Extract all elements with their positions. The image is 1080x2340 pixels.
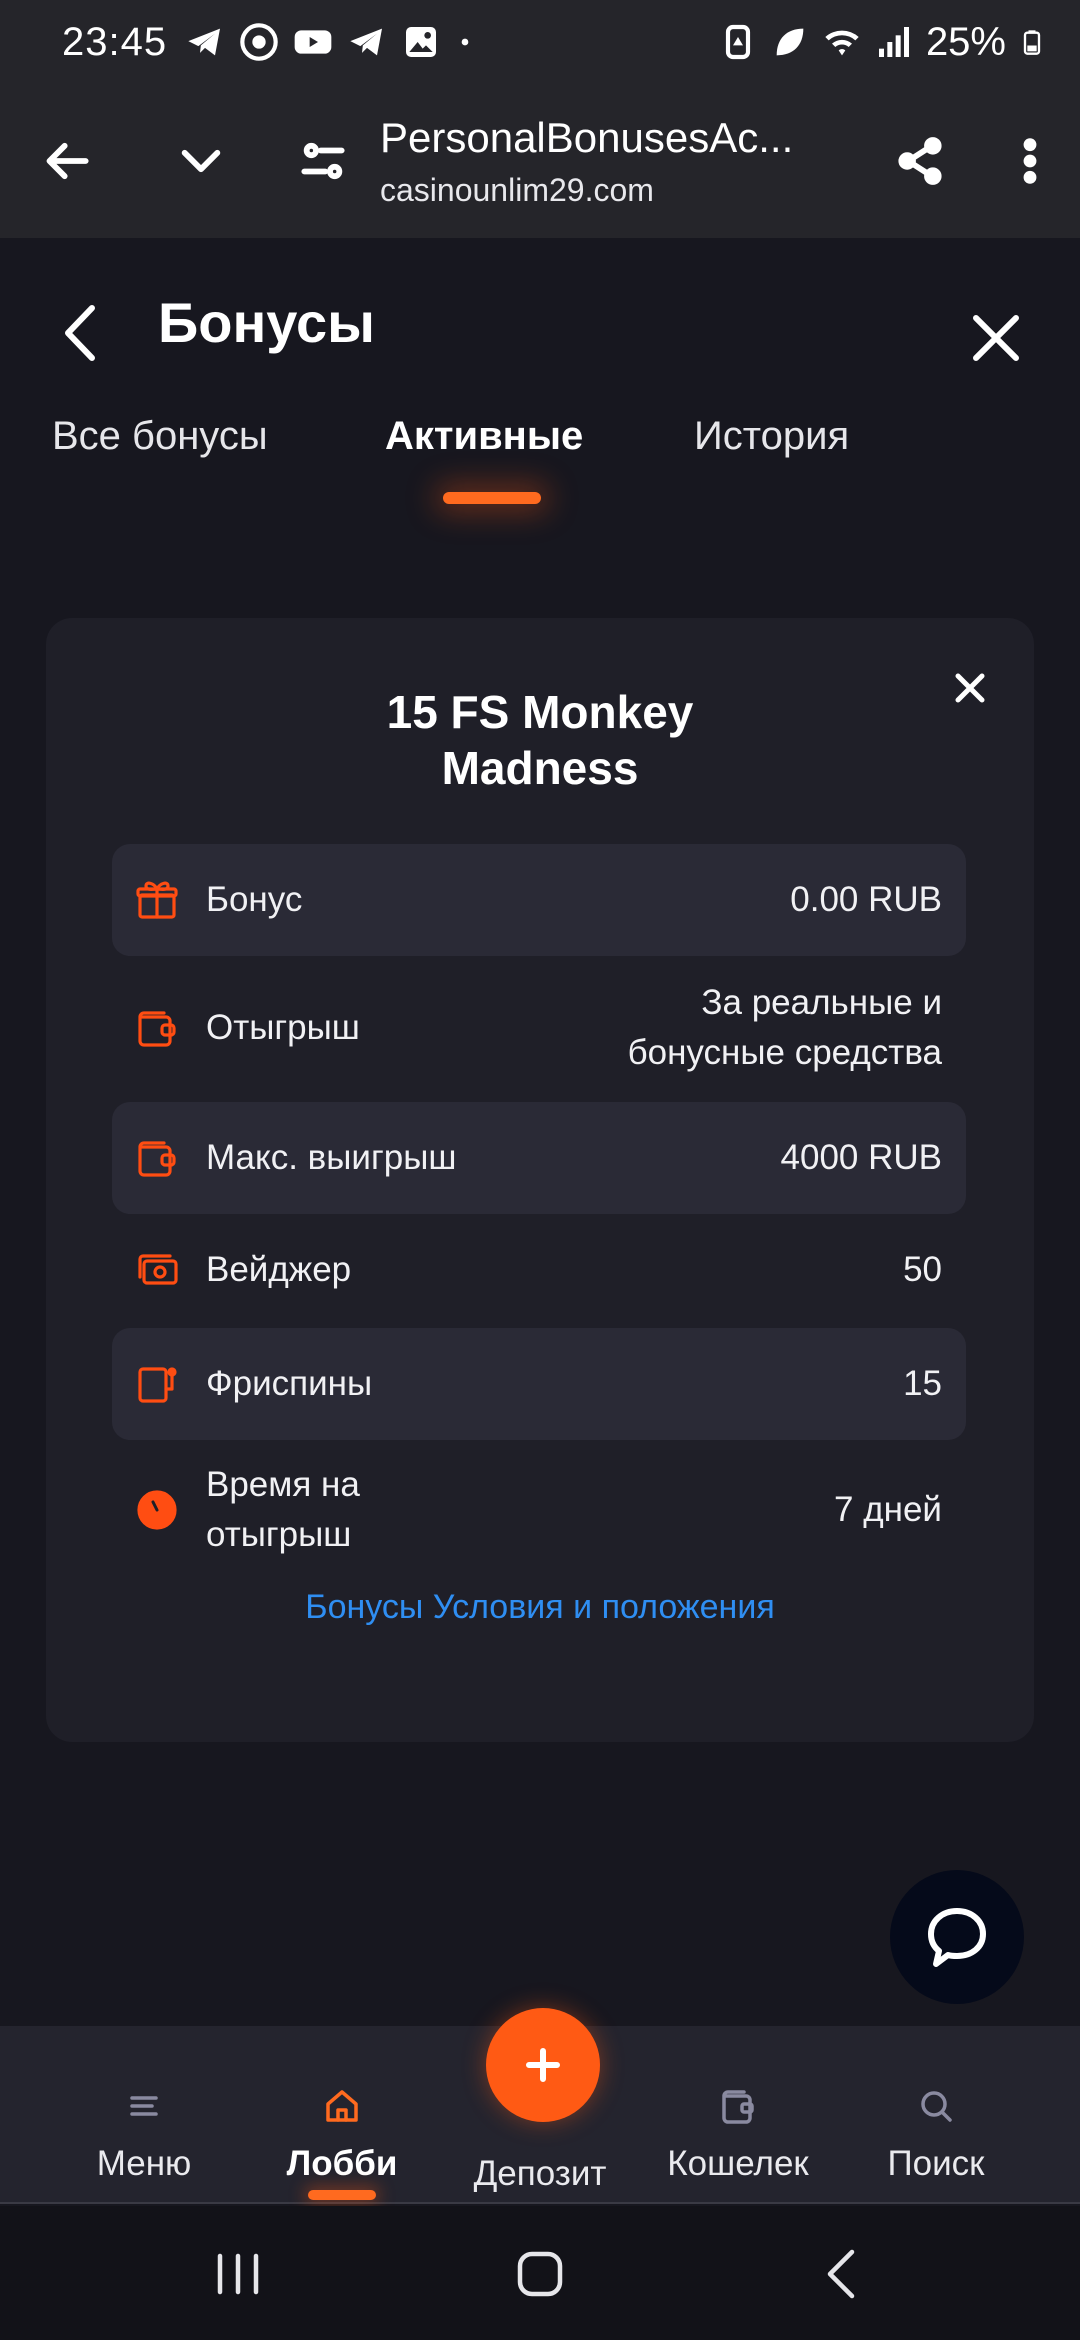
telegram-icon (188, 28, 221, 56)
row-value: 4000 RUB (780, 1138, 942, 1177)
nav-label: Кошелек (667, 2144, 809, 2183)
search-icon (914, 2084, 958, 2128)
wallet-icon (132, 1003, 182, 1053)
deposit-label[interactable]: Депозит (440, 2154, 640, 2194)
system-status-icons: 25% (718, 20, 1046, 65)
system-back-button[interactable] (810, 2242, 874, 2306)
recent-apps-button[interactable] (206, 2242, 270, 2306)
share-button[interactable] (860, 84, 980, 238)
row-value: За реальные и бонусные средства (628, 978, 942, 1078)
support-chat-button[interactable] (890, 1870, 1024, 2004)
chrome-icon (240, 23, 278, 61)
browser-domain: casinounlim29.com (380, 171, 654, 208)
tab-history[interactable]: История (694, 414, 849, 459)
row-label: Отыгрыш (206, 1008, 360, 1047)
menu-icon (122, 2084, 166, 2128)
row-value: 7 дней (834, 1490, 942, 1529)
home-icon (320, 2084, 364, 2128)
nav-wallet[interactable]: Кошелек (638, 2026, 838, 2204)
row-label: Вейджер (206, 1250, 352, 1289)
bonus-title-line1: 15 FS Monkey (386, 686, 694, 738)
more-vert-icon (1023, 138, 1037, 184)
recents-icon (217, 2253, 259, 2295)
dot-icon (461, 38, 469, 46)
browser-minimize-button[interactable] (134, 84, 268, 238)
back-button[interactable] (56, 298, 106, 368)
chevron-left-icon (65, 305, 95, 361)
share-icon (898, 137, 942, 185)
address-bar[interactable]: PersonalBonusesAc... casinounlim29.com (378, 114, 860, 209)
row-label: Макс. выигрыш (206, 1138, 457, 1177)
nav-label: Меню (96, 2144, 192, 2183)
tab-active[interactable]: Активные (385, 414, 583, 459)
row-value: 50 (903, 1250, 942, 1289)
freespins-row: Фриспины 15 (112, 1328, 966, 1440)
nav-label: Лобби (286, 2144, 398, 2183)
battery-icon (1023, 30, 1041, 55)
tab-all-bonuses[interactable]: Все бонусы (52, 414, 268, 459)
site-settings-button[interactable] (268, 84, 378, 238)
row-label-line1: Время на (206, 1465, 360, 1504)
row-label: Время на отыгрыш (206, 1460, 360, 1560)
row-label-line2: отыгрыш (206, 1515, 352, 1554)
gallery-icon (406, 27, 437, 57)
max-win-row: Макс. выигрыш 4000 RUB (112, 1102, 966, 1214)
browser-toolbar: PersonalBonusesAc... casinounlim29.com (0, 84, 1080, 238)
clock-icon (132, 1485, 182, 1535)
chevron-down-icon (181, 149, 221, 173)
battery-saver-icon (725, 24, 751, 60)
active-nav-indicator (308, 2190, 376, 2200)
bonus-title: 15 FS Monkey Madness (46, 684, 1034, 796)
leaf-icon (776, 28, 804, 56)
wagering-type-row: Отыгрыш За реальные и бонусные средства (112, 956, 966, 1100)
nav-label: Поиск (887, 2144, 985, 2183)
battery-percent: 25% (925, 19, 1006, 64)
bonus-terms-link[interactable]: Бонусы Условия и положения (46, 1588, 1034, 1627)
bonus-tabs: Все бонусы Активные История (0, 408, 1080, 518)
telegram-icon (350, 28, 383, 56)
youtube-icon (294, 30, 332, 54)
browser-page-title: PersonalBonusesAc... (380, 113, 794, 161)
row-value: 0.00 RUB (790, 880, 942, 919)
row-value-line1: За реальные и (701, 983, 942, 1022)
page-header: Бонусы (0, 238, 1080, 408)
status-time: 23:45 (62, 19, 168, 64)
overflow-menu-button[interactable] (980, 84, 1080, 238)
status-bar: 23:45 25% (0, 0, 1080, 84)
chevron-left-icon (827, 2249, 855, 2299)
signal-icon (878, 27, 909, 57)
plus-icon (526, 2048, 560, 2082)
wifi-icon (825, 30, 859, 56)
notification-icons (185, 22, 475, 62)
row-label: Бонус (206, 880, 303, 919)
cash-icon (132, 1245, 182, 1295)
browser-back-button[interactable] (0, 84, 134, 238)
wallet-icon (132, 1133, 182, 1183)
close-icon (973, 315, 1019, 361)
page-title: Бонусы (158, 291, 375, 354)
chat-bubble-icon (928, 1908, 986, 1967)
nav-menu[interactable]: Меню (44, 2026, 244, 2204)
wager-row: Вейджер 50 (112, 1214, 966, 1326)
tune-icon (301, 142, 345, 180)
nav-lobby[interactable]: Лобби (242, 2026, 442, 2204)
row-label: Фриспины (206, 1364, 373, 1403)
row-value-line2: бонусные средства (627, 1033, 942, 1072)
wagering-time-row: Время на отыгрыш 7 дней (112, 1440, 966, 1580)
bonus-title-line2: Madness (441, 742, 639, 794)
home-outline-icon (517, 2251, 563, 2297)
arrow-left-icon (46, 142, 89, 180)
active-tab-indicator (443, 492, 541, 504)
bonus-card: 15 FS Monkey Madness Бонус 0.00 RUB Отыг… (46, 618, 1034, 1742)
slot-machine-icon (132, 1359, 182, 1409)
home-button[interactable] (508, 2242, 572, 2306)
wallet-icon (716, 2084, 760, 2128)
bonus-amount-row: Бонус 0.00 RUB (112, 844, 966, 956)
row-value: 15 (903, 1364, 942, 1403)
nav-search[interactable]: Поиск (836, 2026, 1036, 2204)
system-navigation-bar (0, 2206, 1080, 2340)
gift-icon (132, 875, 182, 925)
deposit-button[interactable] (486, 2008, 600, 2122)
close-button[interactable] (966, 308, 1026, 368)
